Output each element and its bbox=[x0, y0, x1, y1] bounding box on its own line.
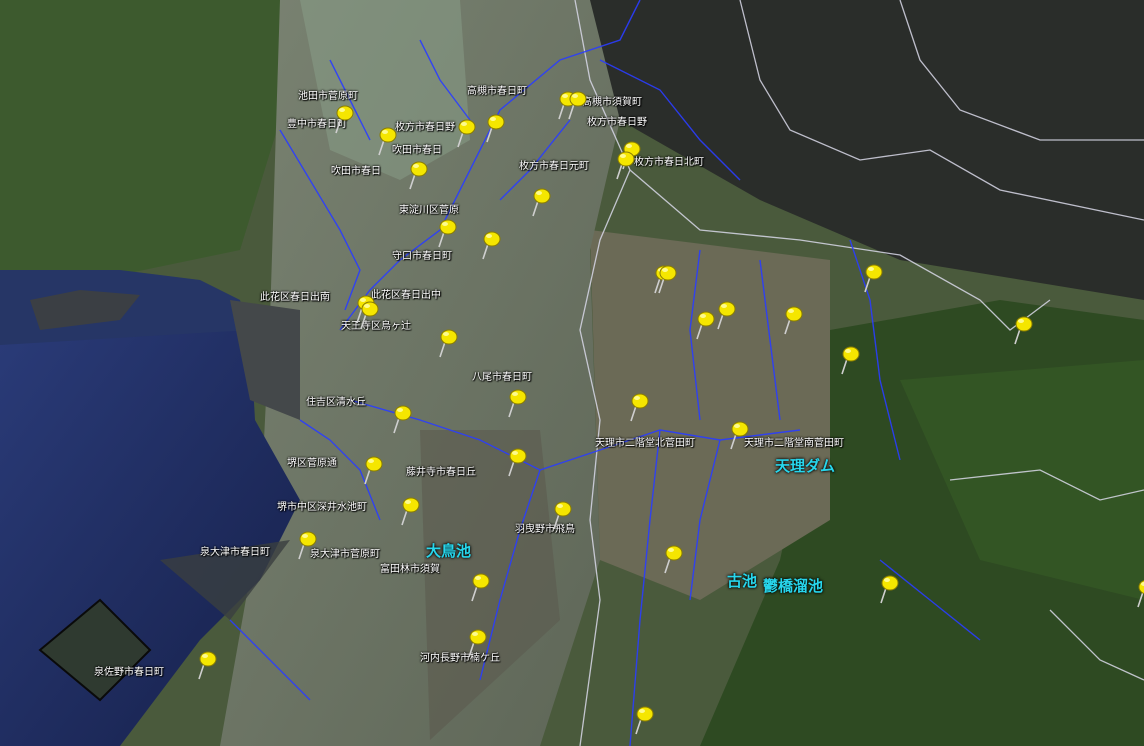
place-label[interactable]: 泉大津市春日町 bbox=[200, 547, 270, 559]
place-label[interactable]: 枚方市春日北町 bbox=[634, 157, 704, 169]
place-label[interactable]: 泉大津市菅原町 bbox=[310, 549, 380, 561]
place-label[interactable]: 堺市中区深井水池町 bbox=[277, 502, 367, 514]
reservoir-label[interactable]: 鬱橋溜池 bbox=[763, 575, 823, 596]
place-label[interactable]: 吹田市春日 bbox=[331, 166, 381, 178]
yellow-pushpin-icon[interactable] bbox=[296, 530, 318, 560]
yellow-pushpin-icon[interactable] bbox=[376, 126, 398, 156]
place-label[interactable]: 吹田市春日 bbox=[392, 145, 442, 157]
place-label[interactable]: 藤井寺市春日丘 bbox=[406, 467, 476, 479]
yellow-pushpin-icon[interactable] bbox=[614, 150, 636, 180]
yellow-pushpin-icon[interactable] bbox=[530, 187, 552, 217]
yellow-pushpin-icon[interactable] bbox=[839, 345, 861, 375]
yellow-pushpin-icon[interactable] bbox=[566, 90, 588, 120]
place-label[interactable]: 此花区春日出中 bbox=[371, 290, 441, 302]
yellow-pushpin-icon[interactable] bbox=[407, 160, 429, 190]
place-label[interactable]: 高槻市須賀町 bbox=[582, 97, 642, 109]
yellow-pushpin-icon[interactable] bbox=[506, 388, 528, 418]
place-label[interactable]: 天理市二階堂南菅田町 bbox=[744, 438, 844, 450]
place-label[interactable]: 枚方市春日野 bbox=[395, 122, 455, 134]
reservoir-label[interactable]: 古池 bbox=[727, 570, 757, 591]
yellow-pushpin-icon[interactable] bbox=[662, 544, 684, 574]
place-label[interactable]: 此花区春日出南 bbox=[260, 292, 330, 304]
yellow-pushpin-icon[interactable] bbox=[437, 328, 459, 358]
yellow-pushpin-icon[interactable] bbox=[469, 572, 491, 602]
yellow-pushpin-icon[interactable] bbox=[782, 305, 804, 335]
place-label[interactable]: 守口市春日町 bbox=[392, 251, 452, 263]
yellow-pushpin-icon[interactable] bbox=[436, 218, 458, 248]
yellow-pushpin-icon[interactable] bbox=[862, 263, 884, 293]
yellow-pushpin-icon[interactable] bbox=[466, 628, 488, 658]
yellow-pushpin-icon[interactable] bbox=[715, 300, 737, 330]
place-label[interactable]: 住吉区清水丘 bbox=[306, 397, 366, 409]
yellow-pushpin-icon[interactable] bbox=[358, 300, 380, 330]
yellow-pushpin-icon[interactable] bbox=[656, 264, 678, 294]
place-label[interactable]: 池田市菅原町 bbox=[298, 91, 358, 103]
satellite-map[interactable]: 池田市菅原町 豊中市春日町 枚方市春日野 高槻市春日町 高槻市須賀町 枚方市春日野 吹田市春… bbox=[0, 0, 1144, 746]
yellow-pushpin-icon[interactable] bbox=[484, 113, 506, 143]
yellow-pushpin-icon[interactable] bbox=[551, 500, 573, 530]
place-label[interactable]: 堺区菅原通 bbox=[287, 458, 337, 470]
yellow-pushpin-icon[interactable] bbox=[506, 447, 528, 477]
yellow-pushpin-icon[interactable] bbox=[694, 310, 716, 340]
place-label[interactable]: 東淀川区菅原 bbox=[399, 205, 459, 217]
place-label[interactable]: 枚方市春日野 bbox=[587, 117, 647, 129]
place-label[interactable]: 高槻市春日町 bbox=[467, 86, 527, 98]
reservoir-label[interactable]: 天理ダム bbox=[775, 455, 835, 476]
yellow-pushpin-icon[interactable] bbox=[333, 104, 355, 134]
yellow-pushpin-icon[interactable] bbox=[878, 574, 900, 604]
yellow-pushpin-icon[interactable] bbox=[628, 392, 650, 422]
yellow-pushpin-icon[interactable] bbox=[399, 496, 421, 526]
yellow-pushpin-icon[interactable] bbox=[728, 420, 750, 450]
place-label[interactable]: 枚方市春日元町 bbox=[519, 161, 589, 173]
place-label[interactable]: 八尾市春日町 bbox=[472, 372, 532, 384]
place-label[interactable]: 天理市二階堂北菅田町 bbox=[595, 438, 695, 450]
yellow-pushpin-icon[interactable] bbox=[196, 650, 218, 680]
place-label[interactable]: 泉佐野市春日町 bbox=[94, 667, 164, 679]
place-label[interactable]: 河内長野市楠ケ丘 bbox=[420, 653, 500, 665]
yellow-pushpin-icon[interactable] bbox=[633, 705, 655, 735]
yellow-pushpin-icon[interactable] bbox=[391, 404, 413, 434]
yellow-pushpin-icon[interactable] bbox=[455, 118, 477, 148]
yellow-pushpin-icon[interactable] bbox=[1012, 315, 1034, 345]
yellow-pushpin-icon[interactable] bbox=[362, 455, 384, 485]
reservoir-label[interactable]: 大鳥池 bbox=[426, 540, 471, 561]
place-label[interactable]: 富田林市須賀 bbox=[380, 564, 440, 576]
yellow-pushpin-icon[interactable] bbox=[1135, 578, 1144, 608]
yellow-pushpin-icon[interactable] bbox=[480, 230, 502, 260]
